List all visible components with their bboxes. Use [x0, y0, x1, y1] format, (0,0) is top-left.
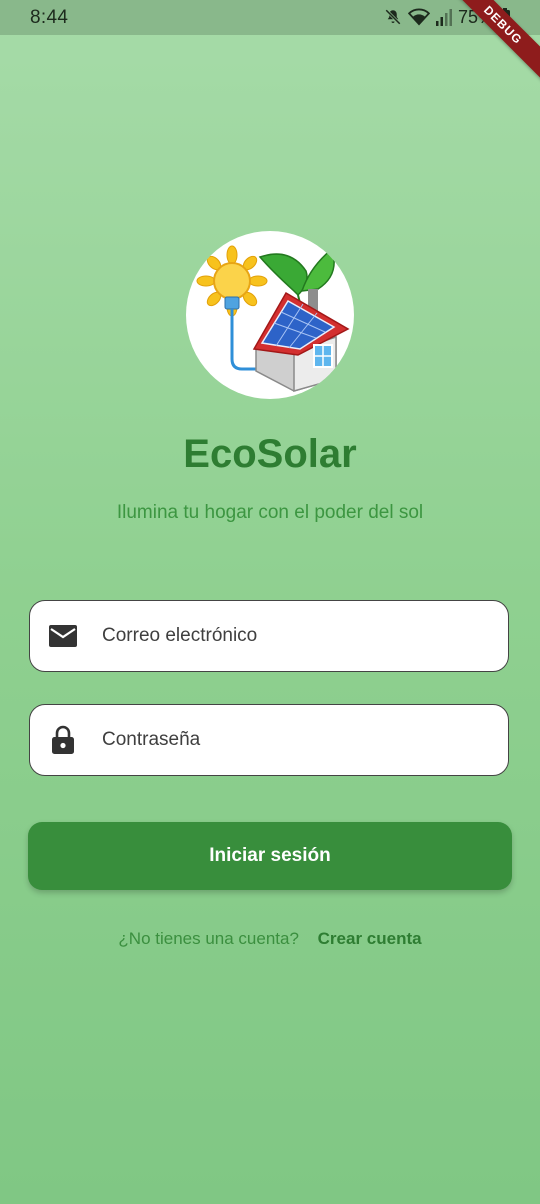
app-title: EcoSolar — [183, 432, 357, 476]
create-account-link[interactable]: Crear cuenta — [318, 929, 422, 948]
email-input[interactable] — [102, 601, 492, 671]
password-field[interactable] — [29, 704, 509, 776]
app-subtitle: Ilumina tu hogar con el poder del sol — [116, 502, 424, 523]
login-button[interactable]: Iniciar sesión — [28, 822, 512, 890]
email-icon — [48, 624, 78, 648]
signal-icon — [435, 8, 452, 26]
signup-prompt: ¿No tienes una cuenta? — [118, 929, 299, 948]
password-input[interactable] — [102, 705, 492, 775]
lock-icon — [48, 725, 78, 755]
mute-icon — [384, 8, 402, 26]
app-logo — [186, 231, 354, 399]
status-time: 8:44 — [30, 7, 69, 28]
signup-row: ¿No tienes una cuenta? Crear cuenta — [0, 929, 540, 949]
email-field[interactable] — [29, 600, 509, 672]
status-bar: 8:44 75% — [0, 0, 540, 35]
wifi-icon — [407, 8, 430, 26]
